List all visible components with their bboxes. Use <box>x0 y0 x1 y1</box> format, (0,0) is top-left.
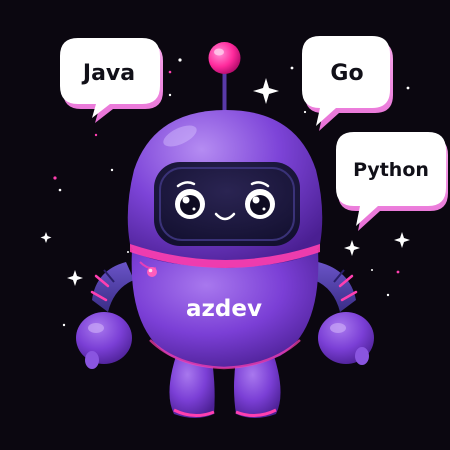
left-hand <box>76 312 132 364</box>
indicator-light <box>147 267 157 277</box>
illustration-canvas: Java Go Python azdev <box>0 0 450 450</box>
antenna-ball <box>208 42 241 74</box>
bubble-label-java: Java <box>81 61 135 86</box>
robot-label: azdev <box>186 296 262 322</box>
robot-illustration: Java Go Python azdev <box>0 0 450 450</box>
bubble-label-go: Go <box>330 61 363 86</box>
bubble-label-python: Python <box>353 159 429 181</box>
robot-head <box>127 110 323 268</box>
